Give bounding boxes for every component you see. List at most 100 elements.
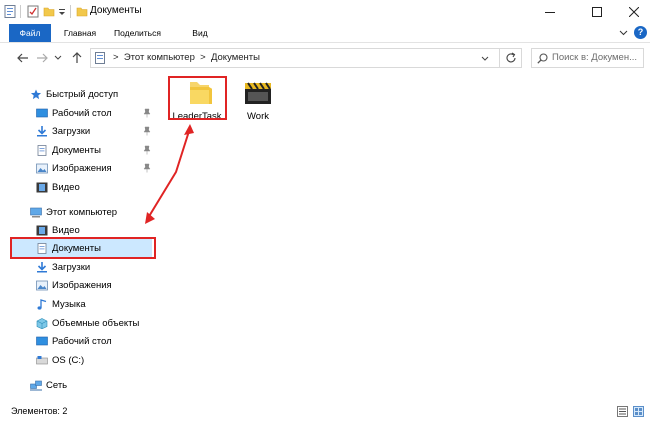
nav-network-label: Сеть <box>46 379 68 391</box>
recent-locations-button[interactable] <box>54 51 62 65</box>
properties-icon[interactable] <box>27 5 39 18</box>
tab-view[interactable]: Вид <box>189 24 211 42</box>
up-button[interactable] <box>70 51 84 65</box>
nav-pc-downloads[interactable]: Загрузки <box>36 258 90 276</box>
close-button[interactable] <box>614 2 650 22</box>
breadcrumb-separator: > <box>113 52 122 63</box>
address-bar[interactable]: > Этот компьютер > Документы <box>90 48 522 68</box>
document-icon <box>95 52 105 64</box>
nav-network[interactable]: Сеть <box>30 376 67 394</box>
download-icon <box>37 261 47 272</box>
nav-quick-access[interactable]: Быстрый доступ <box>30 85 118 103</box>
nav-quick-access-label: Быстрый доступ <box>46 88 119 100</box>
drive-icon <box>36 355 48 364</box>
breadcrumb-documents[interactable]: Документы <box>211 52 260 63</box>
tab-file[interactable]: Файл <box>9 24 51 42</box>
nav-this-pc[interactable]: Этот компьютер <box>30 203 117 221</box>
separator <box>499 49 500 67</box>
maximize-icon <box>592 7 602 17</box>
star-icon <box>30 88 42 99</box>
customize-quick-access-icon[interactable] <box>58 5 66 18</box>
video-icon <box>36 225 48 235</box>
back-button[interactable] <box>16 51 30 65</box>
window-title: Документы <box>90 5 142 16</box>
ribbon-tabs: Файл Главная Поделиться Вид ? <box>0 24 650 43</box>
nav-item-label: Изображения <box>52 279 112 291</box>
nav-this-pc-label: Этот компьютер <box>46 206 118 218</box>
navigation-bar: > Этот компьютер > Документы Поиск в: До… <box>0 43 650 73</box>
search-box[interactable]: Поиск в: Докумен... <box>531 48 644 68</box>
computer-icon <box>30 207 42 217</box>
nav-pc-desktop[interactable]: Рабочий стол <box>36 332 112 350</box>
nav-item-label: Объемные объекты <box>52 317 140 329</box>
callout-arrow <box>145 124 194 224</box>
nav-item-label: Видео <box>52 181 80 193</box>
separator <box>70 5 71 18</box>
document-icon[interactable] <box>4 5 16 18</box>
nav-item-label: OS (C:) <box>52 354 85 366</box>
refresh-icon <box>506 52 516 63</box>
file-name: Work <box>247 111 269 122</box>
music-icon <box>37 298 47 310</box>
tab-share[interactable]: Поделиться <box>110 24 165 42</box>
leadertask-highlight-frame <box>168 76 227 120</box>
file-item-work[interactable]: Work <box>229 80 287 122</box>
maximize-button[interactable] <box>577 2 617 22</box>
nav-pc-pictures[interactable]: Изображения <box>36 276 112 294</box>
window-folder-icon <box>76 7 88 17</box>
nav-quick-videos[interactable]: Видео <box>36 178 80 196</box>
chevron-down-icon <box>481 56 489 61</box>
help-icon[interactable]: ? <box>634 26 647 39</box>
nav-quick-desktop[interactable]: Рабочий стол <box>36 104 112 122</box>
minimize-button[interactable] <box>530 2 570 22</box>
arrow-right-icon <box>37 53 48 63</box>
title-bar: Документы <box>0 0 650 24</box>
search-input[interactable]: Поиск в: Докумен... <box>552 52 637 63</box>
status-bar: Элементов: 2 <box>0 400 650 423</box>
nav-item-label: Рабочий стол <box>52 107 112 119</box>
pin-icon[interactable] <box>143 108 151 118</box>
arrow-up-icon <box>72 52 82 63</box>
address-history-button[interactable] <box>481 54 489 65</box>
cube-icon <box>36 317 48 329</box>
nav-item-label: Загрузки <box>52 125 91 137</box>
nav-item-label: Загрузки <box>52 261 91 273</box>
nav-quick-documents[interactable]: Документы <box>36 141 101 159</box>
nav-pc-3d-objects[interactable]: Объемные объекты <box>36 314 139 332</box>
nav-quick-pictures[interactable]: Изображения <box>36 159 112 177</box>
nav-pc-drive-c[interactable]: OS (C:) <box>36 351 84 369</box>
nav-item-label: Рабочий стол <box>52 335 112 347</box>
item-count: Элементов: 2 <box>11 406 68 416</box>
video-icon <box>36 182 48 192</box>
breadcrumb: > Этот компьютер > Документы <box>113 52 260 63</box>
breadcrumb-separator: > <box>197 52 209 63</box>
details-view-icon[interactable] <box>617 406 628 417</box>
documents-highlight-frame <box>10 237 156 259</box>
tab-home[interactable]: Главная <box>59 24 101 42</box>
refresh-button[interactable] <box>505 52 517 67</box>
close-icon <box>629 7 639 17</box>
nav-quick-downloads[interactable]: Загрузки <box>36 122 90 140</box>
nav-item-label: Музыка <box>52 298 86 310</box>
network-icon <box>30 380 42 390</box>
document-icon <box>37 144 47 156</box>
minimize-icon <box>545 12 555 13</box>
pictures-icon <box>36 280 48 290</box>
desktop-icon <box>36 108 48 117</box>
clapperboard-icon <box>245 82 271 104</box>
expand-ribbon-button[interactable] <box>619 28 628 40</box>
nav-item-label: Изображения <box>52 162 112 174</box>
separator <box>20 5 21 18</box>
download-icon <box>37 125 47 136</box>
arrow-left-icon <box>17 53 28 63</box>
forward-button[interactable] <box>35 51 49 65</box>
large-icons-view-icon[interactable] <box>633 406 644 417</box>
chevron-down-icon <box>619 30 628 36</box>
nav-item-label: Документы <box>52 144 101 156</box>
breadcrumb-this-pc[interactable]: Этот компьютер <box>124 52 195 63</box>
new-folder-icon[interactable] <box>43 5 55 18</box>
nav-pc-music[interactable]: Музыка <box>36 295 86 313</box>
search-icon <box>537 53 548 64</box>
desktop-icon <box>36 336 48 345</box>
chevron-down-icon <box>54 55 62 60</box>
